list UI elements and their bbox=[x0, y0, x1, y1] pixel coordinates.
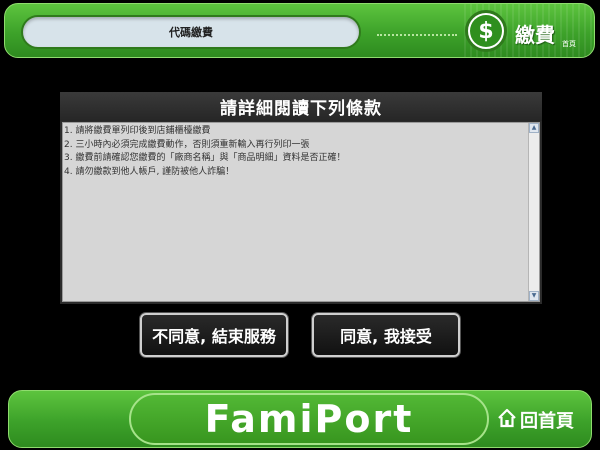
accept-button[interactable]: 同意, 我接受 bbox=[312, 313, 460, 357]
top-header-bar: 代碼繳費 $ 繳費 首頁 bbox=[4, 3, 595, 58]
terms-item: 1. 請將繳費單列印後到店鋪櫃檯繳費 bbox=[64, 126, 211, 136]
house-icon bbox=[497, 408, 517, 433]
terms-list: 1. 請將繳費單列印後到店鋪櫃檯繳費 2. 三小時內必須完成繳費動作，否則須重新… bbox=[63, 125, 529, 179]
category-label: 繳費 bbox=[515, 23, 555, 47]
header-home-link[interactable]: 首頁 bbox=[562, 39, 576, 49]
dollar-symbol: $ bbox=[470, 15, 502, 47]
home-button-label: 回首頁 bbox=[520, 411, 574, 432]
terms-panel: 請詳細閱讀下列條款 1. 請將繳費單列印後到店鋪櫃檯繳費 2. 三小時內必須完成… bbox=[60, 92, 542, 304]
terms-item: 3. 繳費前請確認您繳費的「廠商名稱」與「商品明細」資料是否正確！ bbox=[64, 153, 346, 163]
terms-text-area[interactable]: 1. 請將繳費單列印後到店鋪櫃檯繳費 2. 三小時內必須完成繳費動作，否則須重新… bbox=[62, 122, 540, 302]
terms-heading: 請詳細閱讀下列條款 bbox=[60, 92, 542, 121]
bottom-footer-bar: FamiPort 回首頁 bbox=[8, 390, 592, 448]
terms-item: 2. 三小時內必須完成繳費動作，否則須重新輸入再行列印一張 bbox=[64, 139, 310, 150]
home-button[interactable]: 回首頁 bbox=[497, 407, 574, 433]
page-title: 代碼繳費 bbox=[21, 15, 361, 49]
famiport-logo: FamiPort bbox=[129, 393, 489, 445]
brand-logo-text: FamiPort bbox=[204, 397, 414, 441]
header-dotted-divider bbox=[377, 34, 457, 36]
scroll-down-arrow-icon[interactable]: ▼ bbox=[529, 291, 539, 301]
terms-item: 4. 請勿繳款到他人帳戶, 謹防被他人詐騙！ bbox=[64, 166, 235, 177]
decline-button[interactable]: 不同意, 結束服務 bbox=[140, 313, 288, 357]
terms-scrollbar[interactable]: ▲ ▼ bbox=[528, 123, 539, 301]
scroll-up-arrow-icon[interactable]: ▲ bbox=[529, 123, 539, 133]
dollar-icon: $ bbox=[465, 10, 507, 52]
